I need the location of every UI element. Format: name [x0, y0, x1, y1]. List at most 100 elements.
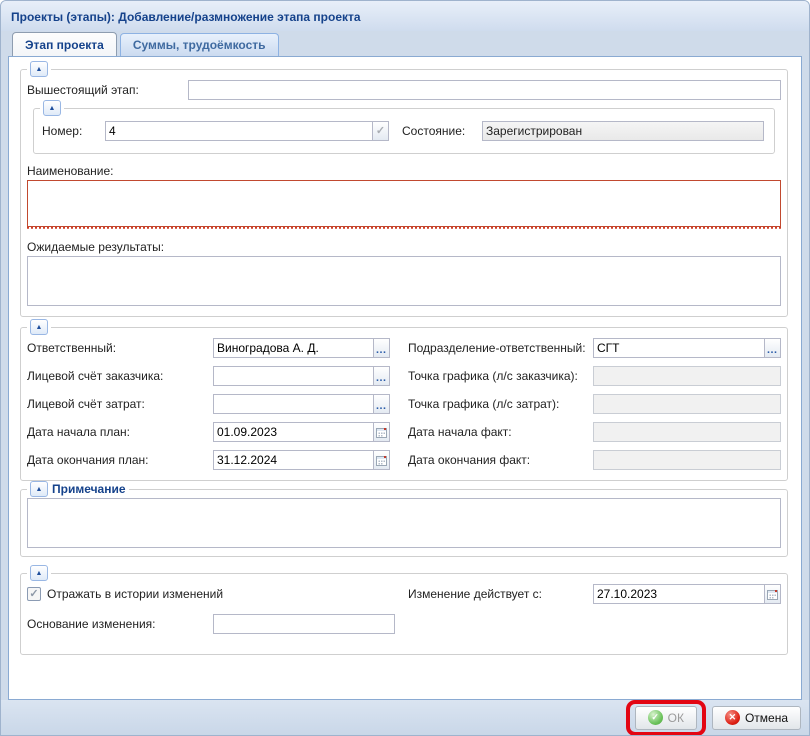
tab-label: Этап проекта	[25, 38, 104, 52]
name-label: Наименование:	[27, 164, 781, 178]
fieldset-history-legend: ▲	[27, 565, 51, 581]
expense-account-input[interactable]	[213, 394, 374, 414]
history-checkbox[interactable]: ✓	[27, 587, 41, 601]
responsible-input[interactable]	[213, 338, 374, 358]
plan-end-date-input[interactable]	[213, 450, 374, 470]
plan-end-date-calendar-trigger[interactable]	[373, 450, 390, 470]
stage-form: ▲ Вышестоящий этап: ▲ Номер:	[9, 57, 801, 655]
fieldset-main-legend: ▲	[27, 61, 51, 77]
collapse-icon[interactable]: ▲	[30, 319, 48, 335]
collapse-icon[interactable]: ▲	[43, 100, 61, 116]
dialog-window: Проекты (этапы): Добавление/размножение …	[0, 0, 810, 736]
change-effective-date-input[interactable]	[593, 584, 765, 604]
parent-stage-input[interactable]	[188, 80, 781, 100]
tab-summy-trudoyomkost[interactable]: Суммы, трудоёмкость	[120, 33, 279, 56]
department-lookup-trigger[interactable]: …	[764, 338, 781, 358]
form-panel: ▲ Вышестоящий этап: ▲ Номер:	[8, 56, 802, 700]
department-field: …	[593, 338, 781, 358]
history-checkbox-label: Отражать в истории изменений	[47, 587, 223, 601]
tab-etap-proekta[interactable]: Этап проекта	[12, 32, 117, 56]
change-effective-date-label: Изменение действует с:	[408, 587, 593, 601]
fact-end-date-label: Дата окончания факт:	[408, 453, 593, 467]
plan-start-date-input[interactable]	[213, 422, 374, 442]
plan-start-date-row: Дата начала план: Дата начала факт:	[27, 422, 781, 442]
number-state-row: Номер: ✓ Состояние:	[42, 121, 766, 141]
tab-label: Суммы, трудоёмкость	[133, 38, 266, 52]
expense-account-label: Лицевой счёт затрат:	[27, 397, 213, 411]
collapse-icon[interactable]: ▲	[30, 61, 48, 77]
cancel-x-icon: ✕	[725, 710, 740, 725]
fieldset-note-legend: ▲ Примечание	[27, 481, 129, 497]
check-icon: ✓	[376, 126, 385, 137]
change-effective-date-calendar-trigger[interactable]	[764, 584, 781, 604]
number-label: Номер:	[42, 124, 105, 138]
customer-account-input[interactable]	[213, 366, 374, 386]
state-field	[482, 121, 764, 141]
plan-end-date-row: Дата окончания план: Дата окончания факт…	[27, 450, 781, 470]
invalid-underline	[27, 227, 781, 230]
schedule-point-customer-input	[593, 366, 781, 386]
customer-account-lookup-trigger[interactable]: …	[373, 366, 390, 386]
number-input[interactable]	[105, 121, 373, 141]
ellipsis-icon: …	[376, 345, 388, 356]
calendar-icon	[376, 427, 387, 438]
schedule-point-expense-input	[593, 394, 781, 414]
note-textarea[interactable]	[27, 498, 781, 548]
responsible-row: Ответственный: … Подразделение-ответстве…	[27, 338, 781, 358]
window-title: Проекты (этапы): Добавление/размножение …	[11, 10, 361, 24]
responsible-lookup-trigger[interactable]: …	[373, 338, 390, 358]
ok-button[interactable]: ✓ ОК	[635, 706, 697, 730]
expense-account-lookup-trigger[interactable]: …	[373, 394, 390, 414]
tab-bar: Этап проекта Суммы, трудоёмкость	[1, 31, 809, 56]
ok-check-icon: ✓	[648, 710, 663, 725]
number-check-trigger[interactable]: ✓	[372, 121, 389, 141]
collapse-icon[interactable]: ▲	[30, 565, 48, 581]
fact-start-date-label: Дата начала факт:	[408, 425, 593, 439]
cancel-button-label: Отмена	[745, 711, 788, 725]
expected-results-textarea[interactable]	[27, 256, 781, 306]
change-reason-label: Основание изменения:	[27, 617, 213, 631]
annotation-highlight: ✓ ОК	[626, 700, 706, 736]
schedule-point-customer-field	[593, 366, 781, 386]
note-legend-text: Примечание	[52, 482, 126, 496]
checkbox-check-icon: ✓	[29, 589, 38, 600]
parent-stage-field	[188, 80, 781, 100]
schedule-point-expense-field	[593, 394, 781, 414]
fieldset-history: ▲ ✓ Отражать в истории изменений Изменен…	[20, 573, 788, 655]
customer-account-field: …	[213, 366, 390, 386]
calendar-icon	[376, 455, 387, 466]
number-field: ✓	[105, 121, 389, 141]
cancel-button[interactable]: ✕ Отмена	[712, 706, 801, 730]
ellipsis-icon: …	[376, 401, 388, 412]
ok-button-label: ОК	[668, 711, 684, 725]
schedule-point-expense-label: Точка графика (л/с затрат):	[408, 397, 593, 411]
change-effective-date-field	[593, 584, 781, 604]
parent-stage-row: Вышестоящий этап:	[27, 80, 781, 100]
fact-end-date-input	[593, 450, 781, 470]
window-header: Проекты (этапы): Добавление/размножение …	[1, 1, 809, 31]
parent-stage-label: Вышестоящий этап:	[27, 83, 188, 97]
plan-start-date-field	[213, 422, 390, 442]
responsible-label: Ответственный:	[27, 341, 213, 355]
plan-start-date-label: Дата начала план:	[27, 425, 213, 439]
change-reason-row: Основание изменения:	[27, 614, 781, 634]
ellipsis-icon: …	[376, 373, 388, 384]
collapse-icon[interactable]: ▲	[30, 481, 48, 497]
expense-account-field: …	[213, 394, 390, 414]
expected-results-label: Ожидаемые результаты:	[27, 240, 781, 254]
fieldset-number-state: ▲ Номер: ✓ Состояние:	[33, 108, 775, 154]
department-label: Подразделение-ответственный:	[408, 341, 593, 355]
plan-start-date-calendar-trigger[interactable]	[373, 422, 390, 442]
change-reason-field	[213, 614, 395, 634]
customer-account-row: Лицевой счёт заказчика: … Точка графика …	[27, 366, 781, 386]
history-checkbox-block: ✓ Отражать в истории изменений	[27, 587, 390, 601]
department-input[interactable]	[593, 338, 765, 358]
fieldset-main: ▲ Вышестоящий этап: ▲ Номер:	[20, 69, 788, 317]
state-label: Состояние:	[402, 124, 482, 138]
change-reason-input[interactable]	[213, 614, 395, 634]
fact-start-date-input	[593, 422, 781, 442]
fieldset-details-legend: ▲	[27, 319, 51, 335]
schedule-point-customer-label: Точка графика (л/с заказчика):	[408, 369, 593, 383]
name-textarea[interactable]	[27, 180, 781, 227]
calendar-icon	[767, 589, 778, 600]
